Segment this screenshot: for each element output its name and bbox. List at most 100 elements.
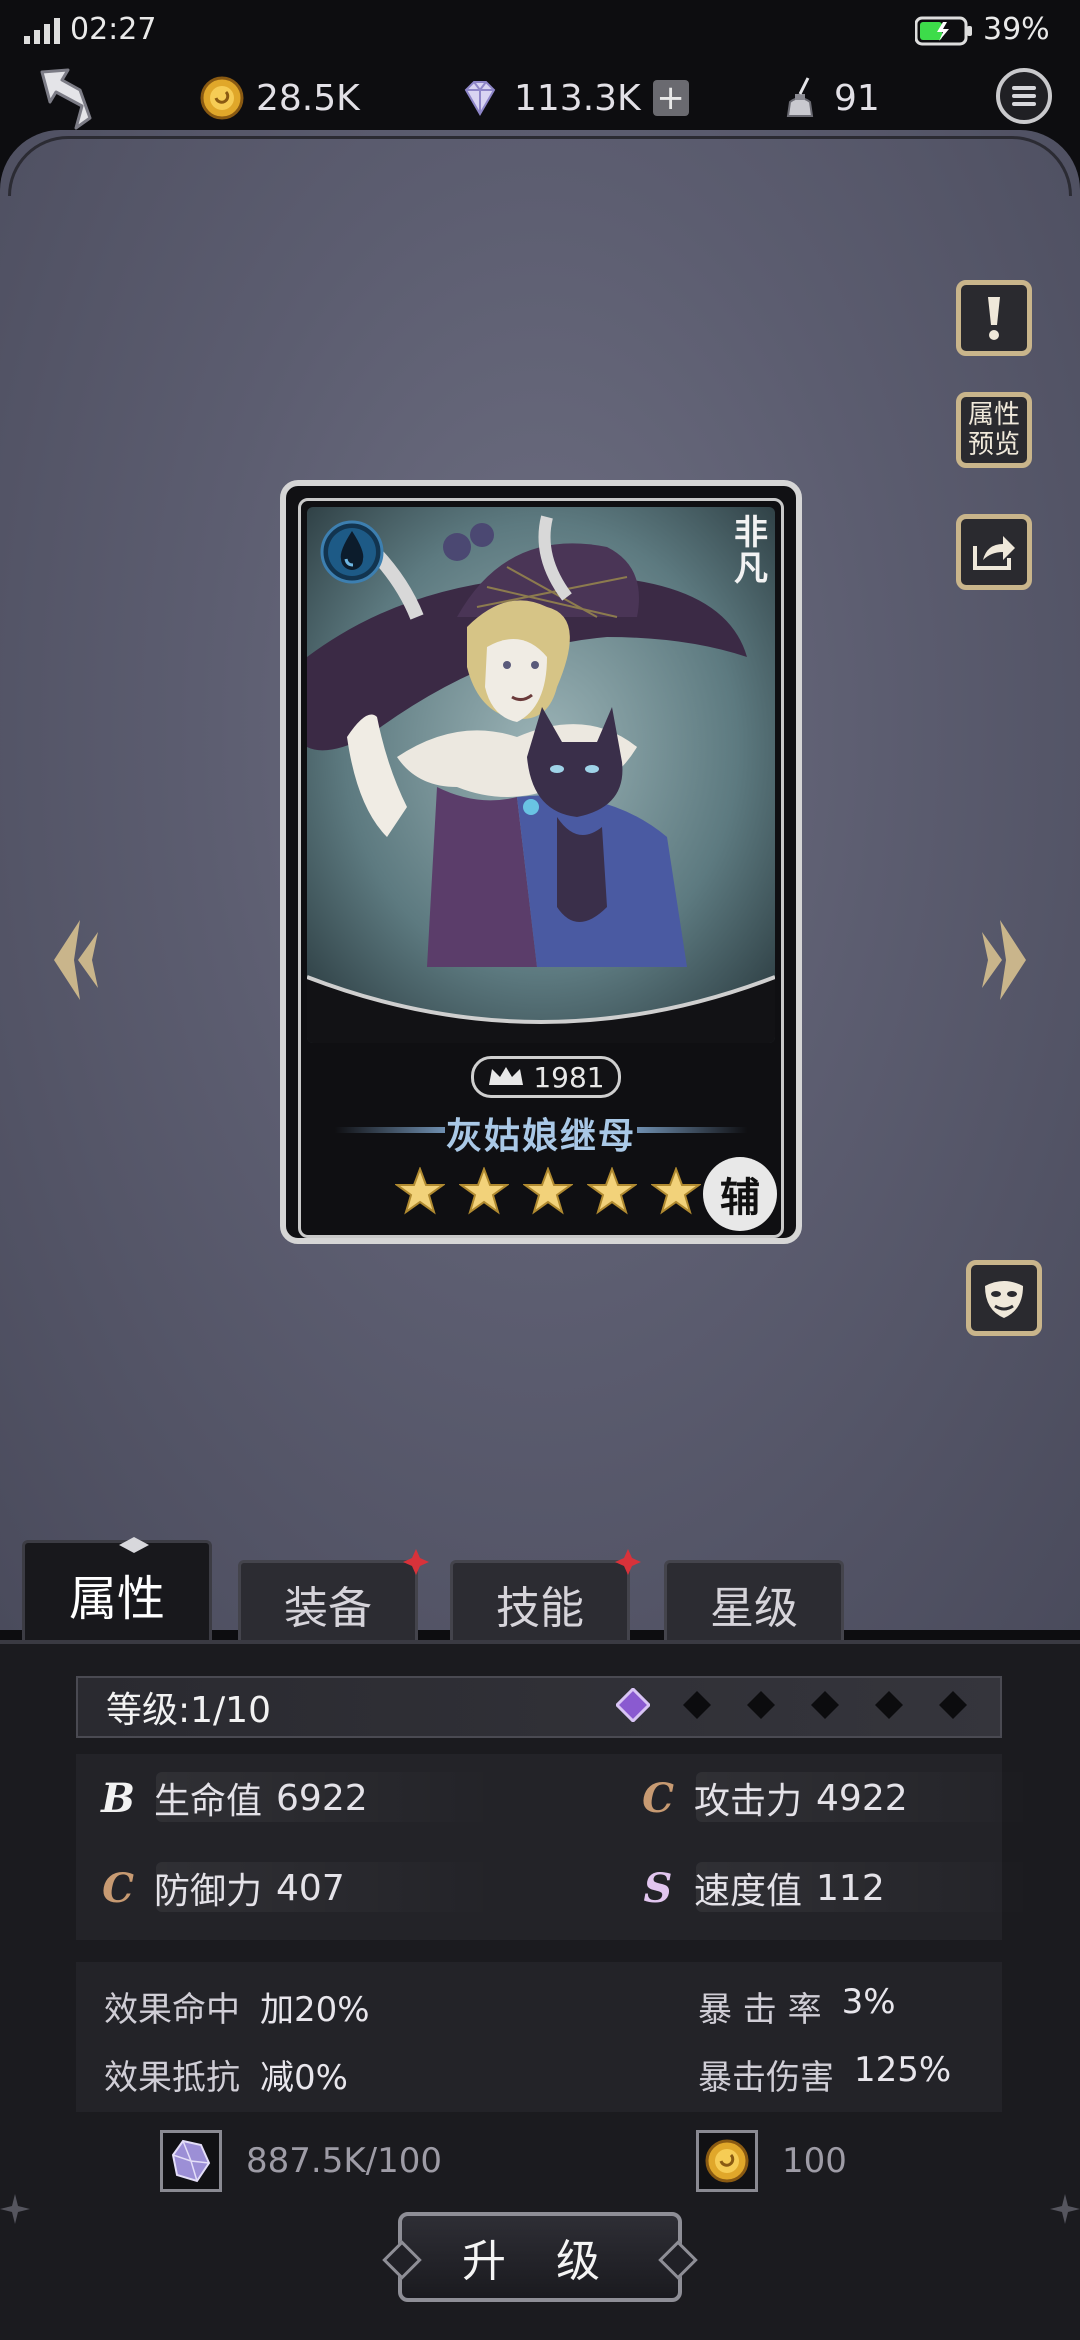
attribute-panel: 等级:1/10 B 生命值 6922 C 攻击力 4922 C 防御力 407 [0,1640,1080,2340]
stat-label: 速度值 [694,1871,803,1912]
stat-label: 效果抵抗 [104,2058,240,2098]
crystal-icon [171,2139,211,2183]
stat-crit-rate: 暴 击 率 3% [698,1982,896,2031]
star-icon [523,1167,573,1215]
character-stage: 属性 预览 非凡 1981 灰姑娘继母 辅 [0,130,1080,1630]
gold-slot [696,2130,758,2192]
stat-value: 125% [854,2050,952,2090]
stat-crit-damage: 暴击伤害 125% [698,2050,951,2099]
upgrade-button[interactable]: 升 级 [398,2212,682,2302]
character-portrait [307,507,775,1043]
signal-icon [24,18,60,44]
tab-star-level[interactable]: 星级 [664,1560,844,1644]
stat-speed: S 速度值 112 [636,1860,885,1916]
level-diamond-empty-icon [875,1691,903,1719]
crown-icon [489,1067,524,1085]
skin-button[interactable] [966,1260,1042,1336]
star-icon [459,1167,509,1215]
gold-coin-icon [200,76,244,120]
stat-label: 暴击伤害 [698,2058,834,2098]
card-inner-frame: 非凡 1981 灰姑娘继母 辅 [298,498,784,1238]
stat-label: 暴 击 率 [698,1990,822,2030]
star-icon [651,1167,701,1215]
mask-icon [985,1281,1023,1318]
ink-counter: 91 [778,72,880,124]
stat-value: 3% [841,1982,896,2022]
character-name: 灰姑娘继母 [445,1116,636,1157]
stat-value: 加20% [260,1990,370,2030]
stat-value: 减0% [260,2058,348,2098]
battery-icon [915,16,972,46]
level-diamond-empty-icon [747,1691,775,1719]
exclamation-icon [988,297,1000,340]
power-display: 1981 [471,1056,621,1098]
previous-character-arrow-icon[interactable] [44,910,104,1010]
crystal-cost: 887.5K/100 [160,2130,442,2192]
level-label: 等级:1/10 [106,1690,271,1731]
gem-value: 113.3K [514,77,641,119]
attribute-preview-button[interactable]: 属性 预览 [956,392,1032,468]
stat-effect-resist: 效果抵抗 减0% [104,2050,348,2099]
tab-equipment[interactable]: 装备 [238,1549,429,1644]
stat-hp: B 生命值 6922 [96,1770,368,1826]
gem-counter: 113.3K + [458,72,689,124]
stat-grade: S [643,1864,673,1912]
stat-label: 防御力 [154,1871,263,1912]
battery-percent: 39% [983,12,1050,47]
active-tab-marker-icon [119,1537,149,1553]
tab-star-level-label: 星级 [710,1582,798,1634]
share-icon [973,536,1015,570]
water-drop-icon [320,520,384,584]
tab-skills[interactable]: 技能 [450,1549,641,1644]
tab-attributes-label: 属性 [68,1570,165,1627]
stat-attack: C 攻击力 4922 [636,1770,908,1826]
gold-counter: 28.5K [200,72,360,124]
clock: 02:27 [70,12,157,47]
star-rating [395,1167,701,1215]
notification-dot-icon [615,1549,641,1575]
gold-value: 28.5K [256,77,360,119]
stat-value: 407 [276,1867,345,1909]
level-progress [616,1688,970,1722]
role-badge: 辅 [703,1157,777,1231]
stat-grade: B [101,1774,135,1822]
ink-bottle-icon [786,77,814,117]
preview-label-line2: 预览 [967,430,1020,460]
tab-skills-label: 技能 [496,1582,584,1634]
tab-equipment-label: 装备 [284,1582,372,1634]
next-character-arrow-icon[interactable] [976,910,1036,1010]
info-button[interactable] [956,280,1032,356]
crystal-slot [160,2130,222,2192]
level-bar: 等级:1/10 [76,1676,1002,1738]
gold-coin-icon [705,2139,749,2183]
tab-attributes[interactable]: 属性 [22,1537,212,1644]
stat-value: 6922 [276,1777,368,1819]
gold-cost-value: 100 [782,2141,847,2181]
menu-button[interactable] [996,68,1052,124]
level-diamond-empty-icon [939,1691,967,1719]
star-icon [395,1167,445,1215]
stat-value: 112 [816,1867,885,1909]
corner-ornament-icon [1050,2194,1080,2224]
stage-frame [8,136,1072,196]
character-card[interactable]: 非凡 1981 灰姑娘继母 辅 [280,480,802,1244]
corner-ornament-icon [0,2194,30,2224]
tab-bar: 属性 装备 技能 星级 [0,1537,1080,1650]
add-gems-button[interactable]: + [652,80,689,116]
share-button[interactable] [956,514,1032,590]
level-diamond-empty-icon [683,1691,711,1719]
ink-value: 91 [834,77,880,119]
status-bar: 02:27 39% [0,0,1080,62]
secondary-stats: 效果命中 加20% 效果抵抗 减0% 暴 击 率 3% 暴击伤害 125% [76,1962,1002,2112]
level-diamond-filled-icon [616,1688,650,1722]
crystal-cost-value: 887.5K/100 [246,2141,442,2181]
stat-effect-hit: 效果命中 加20% [104,1982,370,2031]
main-stats: B 生命值 6922 C 攻击力 4922 C 防御力 407 S 速度值 11… [76,1754,1036,1940]
power-value: 1981 [533,1060,605,1094]
stat-label: 效果命中 [104,1990,240,2030]
diamond-icon [464,81,496,116]
stat-grade: C [642,1774,674,1822]
gold-cost: 100 [696,2130,847,2192]
level-diamond-empty-icon [811,1691,839,1719]
back-arrow-icon[interactable] [28,62,100,134]
